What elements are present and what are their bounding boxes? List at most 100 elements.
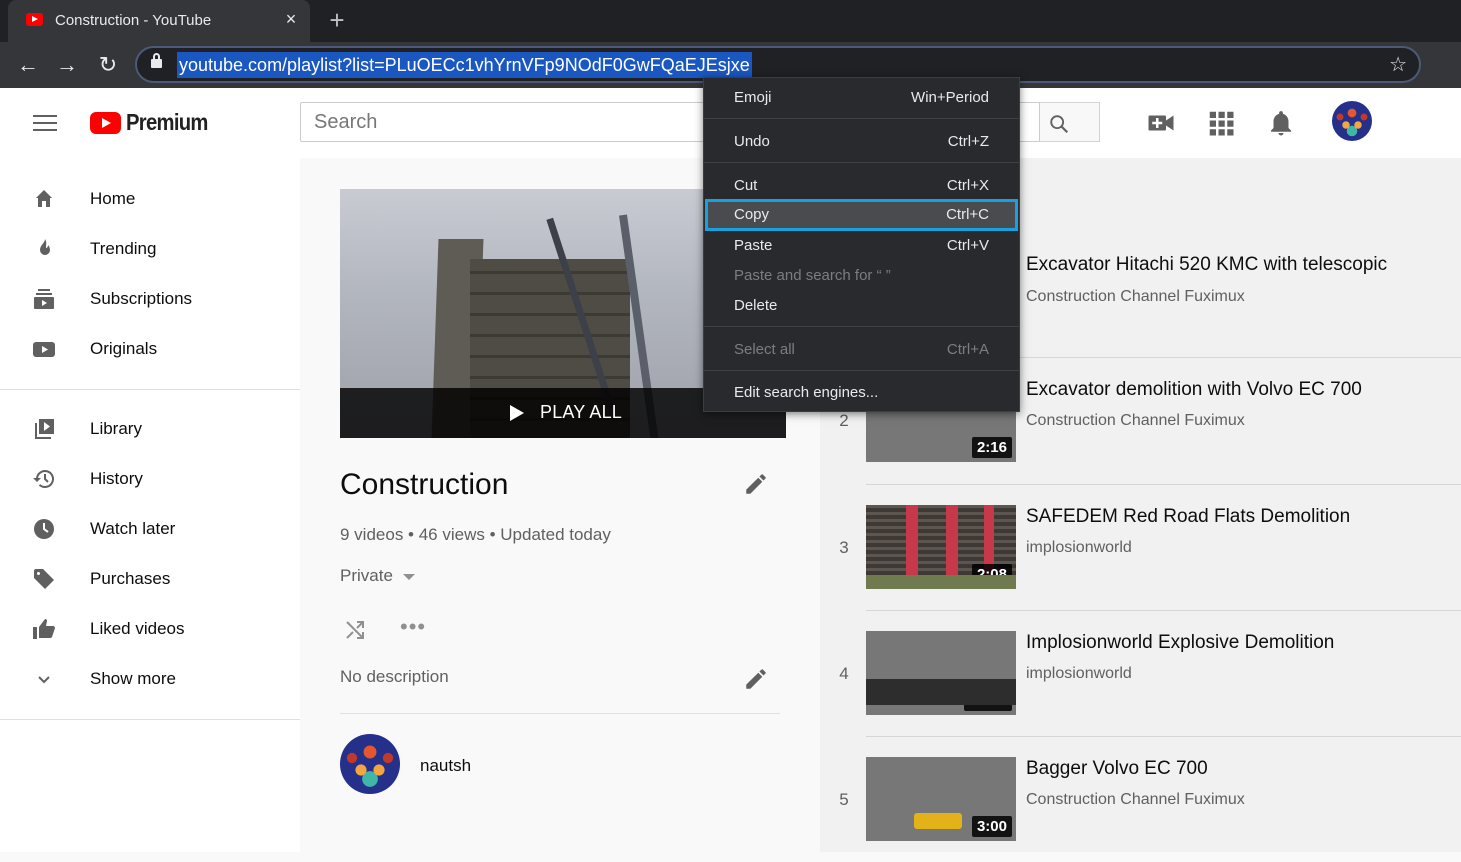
create-video-icon[interactable] xyxy=(1146,108,1176,138)
video-channel[interactable]: implosionworld xyxy=(1026,665,1132,683)
sidebar-item-label: Originals xyxy=(90,339,158,358)
sidebar-item-label: Trending xyxy=(90,239,157,258)
menu-item-edit-search-engines[interactable]: Edit search engines... xyxy=(704,379,1019,407)
video-title[interactable]: Implosionworld Explosive Demolition xyxy=(1026,632,1334,654)
video-title[interactable]: SAFEDEM Red Road Flats Demolition xyxy=(1026,506,1350,528)
sidebar-item-label: History xyxy=(90,469,143,488)
video-index: 5 xyxy=(839,790,849,809)
menu-icon[interactable] xyxy=(33,115,57,133)
more-actions-button[interactable]: ••• xyxy=(400,616,430,642)
video-index: 2 xyxy=(839,411,849,430)
tab-title: Construction - YouTube xyxy=(55,12,212,29)
playlist-stats: 9 videos • 46 views • Updated today xyxy=(340,525,611,544)
menu-item-undo[interactable]: Undo Ctrl+Z xyxy=(704,128,1019,156)
sidebar-item-home[interactable]: Home xyxy=(0,174,300,224)
video-channel[interactable]: Construction Channel Fuximux xyxy=(1026,791,1245,809)
subscriptions-icon xyxy=(34,289,54,309)
menu-item-delete[interactable]: Delete xyxy=(704,292,1019,320)
menu-item-paste[interactable]: Paste Ctrl+V xyxy=(704,232,1019,260)
menu-item-shortcut: Ctrl+V xyxy=(946,237,989,254)
history-icon xyxy=(33,470,54,488)
menu-item-shortcut: Ctrl+Z xyxy=(947,133,989,150)
sidebar: Home Trending Subscriptions Originals Li… xyxy=(0,158,300,852)
menu-item-label: Paste and search for “ ” xyxy=(734,267,891,284)
menu-item-label: Copy xyxy=(734,206,770,223)
sidebar-divider xyxy=(0,719,300,720)
sidebar-item-label: Watch later xyxy=(90,519,176,538)
menu-item-select-all: Select all Ctrl+A xyxy=(704,336,1019,364)
menu-item-label: Select all xyxy=(734,341,795,358)
menu-item-shortcut: Win+Period xyxy=(911,89,989,106)
sidebar-divider xyxy=(0,389,300,390)
video-index: 3 xyxy=(839,538,849,557)
new-tab-button[interactable]: + xyxy=(324,7,350,34)
sidebar-item-history[interactable]: History xyxy=(0,454,300,504)
playlist-video-row[interactable]: 5 3:00 Bagger Volvo EC 700 Construction … xyxy=(820,736,1461,862)
video-duration: 17:17 xyxy=(963,690,1012,711)
account-avatar[interactable] xyxy=(1332,101,1372,141)
search-button[interactable] xyxy=(1040,102,1100,142)
context-menu: Emoji Win+Period Undo Ctrl+Z Cut Ctrl+X … xyxy=(703,77,1020,412)
video-duration: 2:08 xyxy=(971,564,1012,585)
sidebar-item-library[interactable]: Library xyxy=(0,404,300,454)
play-icon xyxy=(510,405,524,421)
tag-icon xyxy=(34,569,54,589)
thumbs-up-icon xyxy=(33,619,55,639)
browser-tab-strip: Construction - YouTube × + xyxy=(0,0,1461,42)
playlist-video-row[interactable]: 4 17:17 Implosionworld Explosive Demolit… xyxy=(820,610,1461,736)
edit-description-pencil-icon[interactable] xyxy=(743,666,769,692)
video-title[interactable]: Excavator Hitachi 520 KMC with telescopi… xyxy=(1026,254,1387,276)
menu-item-emoji[interactable]: Emoji Win+Period xyxy=(704,84,1019,112)
notifications-bell-icon[interactable] xyxy=(1266,108,1296,138)
sidebar-item-purchases[interactable]: Purchases xyxy=(0,554,300,604)
menu-item-paste-and-search: Paste and search for “ ” xyxy=(704,262,1019,290)
menu-separator xyxy=(704,162,1019,163)
video-channel[interactable]: Construction Channel Fuximux xyxy=(1026,288,1245,306)
menu-item-cut[interactable]: Cut Ctrl+X xyxy=(704,172,1019,200)
url-text-selected[interactable]: youtube.com/playlist?list=PLuOECc1vhYrnV… xyxy=(177,52,752,78)
sidebar-item-originals[interactable]: Originals xyxy=(0,324,300,374)
sidebar-item-show-more[interactable]: Show more xyxy=(0,654,300,704)
browser-tab[interactable]: Construction - YouTube × xyxy=(8,0,310,42)
sidebar-item-label: Home xyxy=(90,189,136,208)
video-duration: 2:16 xyxy=(971,437,1012,458)
video-thumbnail[interactable]: 2:08 xyxy=(866,505,1016,589)
tab-close-button[interactable]: × xyxy=(280,8,302,30)
menu-item-label: Delete xyxy=(734,297,778,314)
library-icon xyxy=(35,419,54,439)
reload-button[interactable]: ↻ xyxy=(94,51,122,79)
sidebar-item-liked-videos[interactable]: Liked videos xyxy=(0,604,300,654)
youtube-favicon-icon xyxy=(26,13,43,26)
menu-item-label: Emoji xyxy=(734,89,772,106)
shuffle-icon[interactable] xyxy=(343,618,367,642)
back-button[interactable]: ← xyxy=(14,51,42,79)
privacy-dropdown[interactable]: Private xyxy=(340,566,415,586)
menu-separator xyxy=(704,326,1019,327)
menu-item-copy[interactable]: Copy Ctrl+C xyxy=(705,199,1018,231)
bookmark-star-icon[interactable]: ☆ xyxy=(1389,52,1407,78)
playlist-video-row[interactable]: 3 2:08 SAFEDEM Red Road Flats Demolition… xyxy=(820,484,1461,610)
video-thumbnail[interactable]: 17:17 xyxy=(866,631,1016,715)
menu-item-label: Undo xyxy=(734,133,770,150)
video-channel[interactable]: Construction Channel Fuximux xyxy=(1026,412,1245,430)
video-thumbnail[interactable]: 3:00 xyxy=(866,757,1016,841)
video-title[interactable]: Excavator demolition with Volvo EC 700 xyxy=(1026,379,1362,401)
video-channel[interactable]: implosionworld xyxy=(1026,539,1132,557)
lock-icon[interactable] xyxy=(151,53,162,68)
sidebar-item-label: Liked videos xyxy=(90,619,185,638)
owner-avatar[interactable] xyxy=(340,734,400,794)
forward-button[interactable]: → xyxy=(53,51,81,79)
clock-icon xyxy=(34,519,54,539)
video-title[interactable]: Bagger Volvo EC 700 xyxy=(1026,758,1208,780)
owner-name[interactable]: nautsh xyxy=(420,756,471,776)
menu-separator xyxy=(704,370,1019,371)
apps-grid-icon[interactable] xyxy=(1206,108,1236,138)
sidebar-item-label: Show more xyxy=(90,669,176,688)
sidebar-item-watch-later[interactable]: Watch later xyxy=(0,504,300,554)
home-icon xyxy=(36,190,52,207)
menu-item-shortcut: Ctrl+A xyxy=(946,341,989,358)
sidebar-item-trending[interactable]: Trending xyxy=(0,224,300,274)
edit-title-pencil-icon[interactable] xyxy=(743,471,769,497)
sidebar-item-subscriptions[interactable]: Subscriptions xyxy=(0,274,300,324)
panel-divider xyxy=(340,713,780,714)
